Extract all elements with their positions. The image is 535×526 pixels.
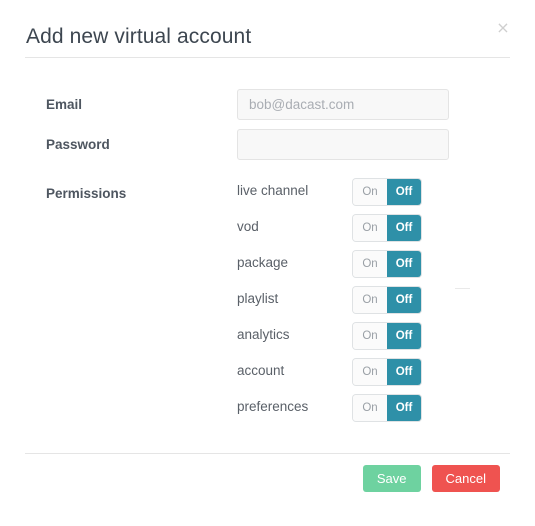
permission-toggle-package[interactable]: On Off [353,251,421,277]
permission-label: analytics [237,327,290,342]
toggle-off-option[interactable]: Off [387,323,421,349]
list-item: vod On Off [237,214,457,250]
toggle-on-option[interactable]: On [353,215,387,241]
permission-list: live channel On Off vod On Off package O… [237,178,457,430]
list-item: package On Off [237,250,457,286]
permission-label: live channel [237,183,309,198]
close-icon[interactable]: × [495,20,511,36]
permission-toggle-playlist[interactable]: On Off [353,287,421,313]
toggle-on-option[interactable]: On [353,395,387,421]
list-item: account On Off [237,358,457,394]
toggle-on-option[interactable]: On [353,179,387,205]
permission-label: vod [237,219,259,234]
dialog-body: Email Password Permissions live channel … [0,86,535,428]
email-label: Email [46,97,83,112]
permission-toggle-analytics[interactable]: On Off [353,323,421,349]
toggle-off-option[interactable]: Off [387,287,421,313]
list-item: preferences On Off [237,394,457,430]
page-title: Add new virtual account [26,25,252,48]
permission-label: package [237,255,289,270]
save-button[interactable]: Save [362,465,421,492]
toggle-on-option[interactable]: On [353,323,387,349]
permission-toggle-preferences[interactable]: On Off [353,395,421,421]
permission-toggle-account[interactable]: On Off [353,359,421,385]
list-item: analytics On Off [237,322,457,358]
divider [455,288,470,289]
permission-toggle-vod[interactable]: On Off [353,215,421,241]
permissions-label: Permissions [46,186,127,201]
dialog-footer: Save Cancel [25,453,510,514]
password-label: Password [46,137,110,152]
add-virtual-account-dialog: Add new virtual account × Email Password… [0,0,535,526]
footer-button-group: Save Cancel [362,465,500,492]
toggle-on-option[interactable]: On [353,287,387,313]
email-row: Email [0,86,535,126]
cancel-button[interactable]: Cancel [431,465,500,492]
toggle-off-option[interactable]: Off [387,395,421,421]
toggle-off-option[interactable]: Off [387,215,421,241]
toggle-off-option[interactable]: Off [387,179,421,205]
list-item: live channel On Off [237,178,457,214]
password-row: Password [0,126,535,166]
permission-label: account [237,363,285,378]
permissions-section: Permissions live channel On Off vod On O… [0,178,535,428]
permission-toggle-live-channel[interactable]: On Off [353,179,421,205]
toggle-on-option[interactable]: On [353,359,387,385]
permission-label: preferences [237,399,309,414]
toggle-on-option[interactable]: On [353,251,387,277]
toggle-off-option[interactable]: Off [387,359,421,385]
dialog-header: Add new virtual account × [25,0,510,58]
permission-label: playlist [237,291,279,306]
list-item: playlist On Off [237,286,457,322]
email-field[interactable] [237,89,449,120]
password-field[interactable] [237,129,449,160]
toggle-off-option[interactable]: Off [387,251,421,277]
